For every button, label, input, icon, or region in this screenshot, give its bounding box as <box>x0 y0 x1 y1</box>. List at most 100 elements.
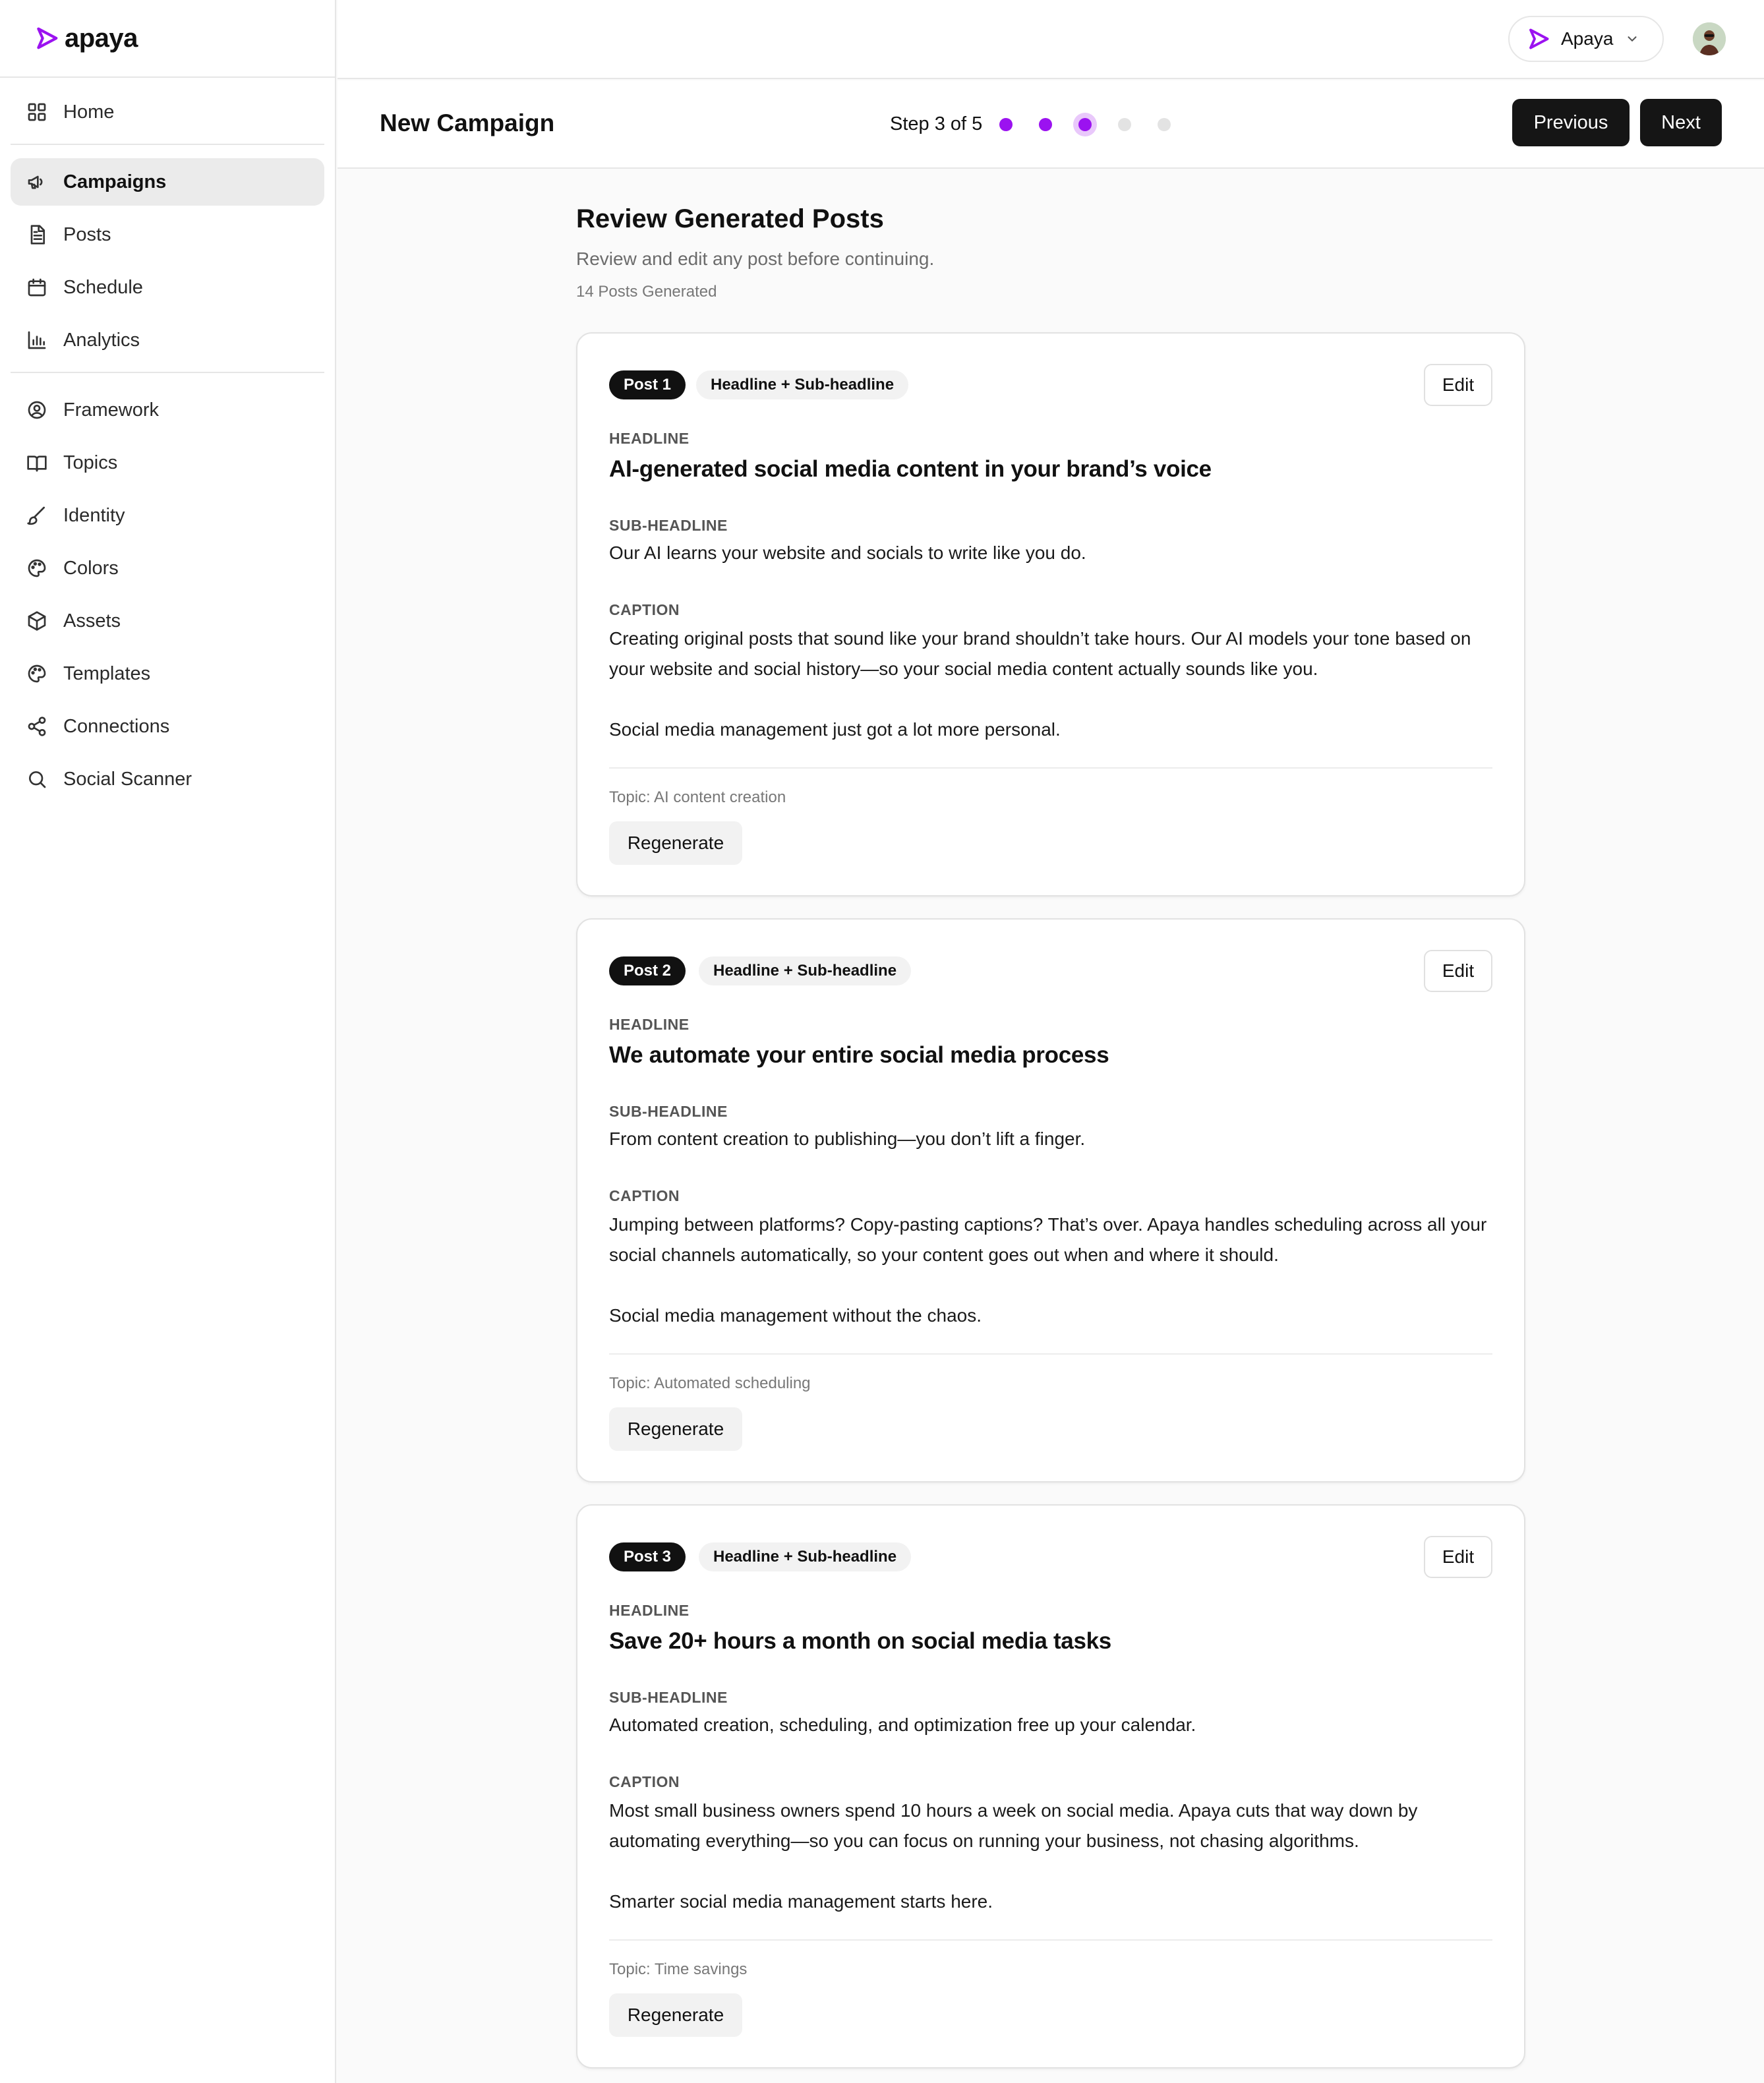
post-headline: AI-generated social media content in you… <box>609 456 1212 482</box>
step-dot-current <box>1078 118 1092 131</box>
headline-label: HEADLINE <box>609 1016 690 1033</box>
sidebar-item-label: Topics <box>63 452 118 473</box>
sidebar-item-label: Colors <box>63 557 119 579</box>
document-icon <box>26 224 47 245</box>
share-icon <box>26 716 47 737</box>
sidebar-item-label: Connections <box>63 715 170 737</box>
search-icon <box>26 769 47 790</box>
subheadline-label: SUB-HEADLINE <box>609 517 728 534</box>
megaphone-icon <box>26 171 47 192</box>
regenerate-button[interactable]: Regenerate <box>609 1993 742 2037</box>
step-progress-dots <box>999 118 1197 131</box>
post-caption-closing: Social media management without the chao… <box>609 1305 982 1326</box>
card-divider <box>609 1353 1492 1355</box>
sidebar-item-posts[interactable]: Posts <box>11 211 324 258</box>
caption-label: CAPTION <box>609 601 680 618</box>
sidebar-item-templates[interactable]: Templates <box>11 650 324 697</box>
sidebar-nav: Home Campaigns Posts Schedule Analytics … <box>0 78 335 803</box>
post-headline: Save 20+ hours a month on social media t… <box>609 1628 1111 1654</box>
regenerate-button[interactable]: Regenerate <box>609 821 742 865</box>
posts-count: 14 Posts Generated <box>576 283 717 301</box>
sidebar-item-label: Templates <box>63 662 151 684</box>
palette-icon <box>26 663 47 684</box>
user-circle-icon <box>26 399 47 421</box>
edit-button[interactable]: Edit <box>1424 364 1492 406</box>
post-subheadline: From content creation to publishing—you … <box>609 1129 1086 1149</box>
sidebar-item-label: Analytics <box>63 329 140 351</box>
step-dot-complete <box>999 118 1013 131</box>
post-subheadline: Our AI learns your website and socials t… <box>609 543 1086 563</box>
workspace-switcher[interactable]: Apaya <box>1508 16 1664 62</box>
sidebar-item-identity[interactable]: Identity <box>11 492 324 539</box>
sidebar-item-topics[interactable]: Topics <box>11 439 324 486</box>
next-button[interactable]: Next <box>1640 99 1722 146</box>
calendar-icon <box>26 277 47 298</box>
edit-button[interactable]: Edit <box>1424 950 1492 992</box>
box-icon <box>26 610 47 631</box>
sidebar-item-home[interactable]: Home <box>11 88 324 136</box>
sidebar-item-label: Framework <box>63 399 160 421</box>
post-number-badge: Post 3 <box>609 1542 686 1571</box>
edit-button[interactable]: Edit <box>1424 1536 1492 1578</box>
post-caption-closing: Social media management just got a lot m… <box>609 719 1061 740</box>
post-topic: Topic: AI content creation <box>609 788 786 806</box>
post-card: Post 1 Headline + Sub-headline Edit HEAD… <box>576 332 1525 896</box>
post-number-badge: Post 2 <box>609 956 686 985</box>
post-caption-closing: Smarter social media management starts h… <box>609 1891 993 1912</box>
grid-icon <box>26 102 47 123</box>
workspace-name: Apaya <box>1561 28 1614 49</box>
card-divider <box>609 767 1492 769</box>
headline-label: HEADLINE <box>609 430 690 447</box>
logo[interactable]: apaya <box>0 0 335 78</box>
post-subheadline: Automated creation, scheduling, and opti… <box>609 1715 1196 1735</box>
palette-icon <box>26 558 47 579</box>
sidebar-item-label: Social Scanner <box>63 768 192 790</box>
sidebar: apaya Home Campaigns Posts Schedule Anal… <box>0 0 336 2083</box>
post-topic: Topic: Automated scheduling <box>609 1374 811 1392</box>
sidebar-divider <box>11 144 324 145</box>
page-title: New Campaign <box>380 109 555 136</box>
previous-button[interactable]: Previous <box>1512 99 1630 146</box>
step-dot-complete <box>1039 118 1052 131</box>
book-icon <box>26 452 47 473</box>
caption-label: CAPTION <box>609 1187 680 1204</box>
section-subtitle: Review and edit any post before continui… <box>576 249 935 269</box>
wizard-header: New Campaign Step 3 of 5 Previous Next <box>338 80 1764 169</box>
post-caption: Most small business owners spend 10 hour… <box>609 1800 1418 1851</box>
section-title: Review Generated Posts <box>576 204 884 233</box>
step-indicator-label: Step 3 of 5 <box>890 113 983 134</box>
post-format-badge: Headline + Sub-headline <box>696 370 909 399</box>
bar-chart-icon <box>26 330 47 351</box>
brush-icon <box>26 505 47 526</box>
sidebar-item-label: Home <box>63 101 115 123</box>
sidebar-item-label: Schedule <box>63 276 143 298</box>
sidebar-item-schedule[interactable]: Schedule <box>11 264 324 311</box>
sidebar-item-assets[interactable]: Assets <box>11 597 324 645</box>
caption-label: CAPTION <box>609 1773 680 1790</box>
subheadline-label: SUB-HEADLINE <box>609 1103 728 1120</box>
post-card: Post 2 Headline + Sub-headline Edit HEAD… <box>576 918 1525 1482</box>
sidebar-item-colors[interactable]: Colors <box>11 544 324 592</box>
step-dot-pending <box>1118 118 1131 131</box>
sidebar-item-social-scanner[interactable]: Social Scanner <box>11 755 324 803</box>
post-format-badge: Headline + Sub-headline <box>699 1542 912 1571</box>
sidebar-item-label: Posts <box>63 223 111 245</box>
regenerate-button[interactable]: Regenerate <box>609 1407 742 1451</box>
user-avatar-icon <box>1693 22 1726 55</box>
sidebar-item-connections[interactable]: Connections <box>11 703 324 750</box>
avatar[interactable] <box>1693 22 1726 55</box>
sidebar-item-analytics[interactable]: Analytics <box>11 316 324 364</box>
sidebar-item-campaigns[interactable]: Campaigns <box>11 158 324 206</box>
apaya-logo-icon <box>37 27 58 49</box>
post-caption: Jumping between platforms? Copy-pasting … <box>609 1214 1487 1265</box>
sidebar-item-framework[interactable]: Framework <box>11 386 324 434</box>
sidebar-item-label: Identity <box>63 504 125 526</box>
headline-label: HEADLINE <box>609 1602 690 1619</box>
sidebar-item-label: Campaigns <box>63 171 167 192</box>
subheadline-label: SUB-HEADLINE <box>609 1689 728 1706</box>
step-dot-pending <box>1158 118 1171 131</box>
card-divider <box>609 1939 1492 1941</box>
post-number-badge: Post 1 <box>609 370 686 399</box>
logo-text: apaya <box>65 23 138 53</box>
chevron-down-icon <box>1628 36 1637 42</box>
